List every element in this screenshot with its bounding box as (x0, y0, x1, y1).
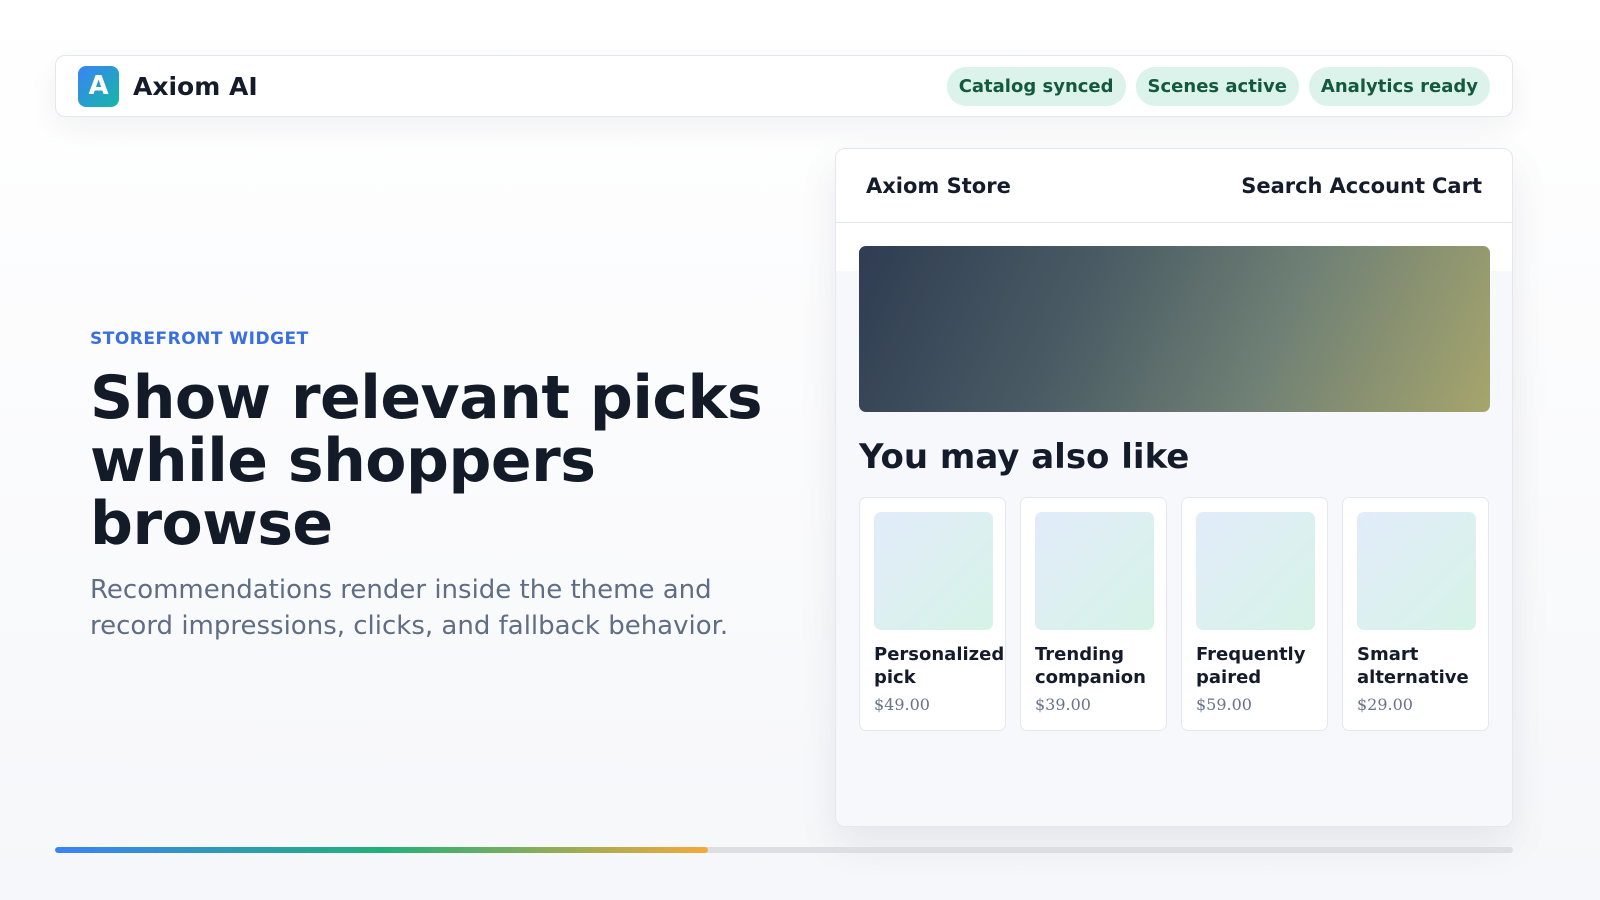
page-title: Show relevant picks while shoppers brows… (90, 363, 763, 559)
brand[interactable]: A Axiom AI (78, 65, 258, 107)
product-title: Trending companion (1035, 644, 1146, 688)
hero-description: Recommendations render inside the theme … (90, 575, 729, 641)
eyebrow-label: STOREFRONT WIDGET (90, 329, 309, 349)
status-badge-scenes: Scenes active (1135, 66, 1299, 106)
store-name[interactable]: Axiom Store (866, 174, 1011, 198)
status-badge-catalog: Catalog synced (946, 66, 1126, 106)
storefront-preview: Axiom Store Search Account Cart You may … (835, 148, 1513, 827)
brand-name: Axiom AI (133, 71, 258, 101)
product-image (1196, 512, 1315, 630)
product-price: $29.00 (1357, 695, 1413, 714)
recommendations-title: You may also like (859, 437, 1190, 477)
product-title: Frequently paired (1196, 644, 1306, 688)
product-image (1357, 512, 1476, 630)
status-pills: Catalog synced Scenes active Analytics r… (946, 66, 1490, 106)
product-card[interactable]: Frequently paired $59.00 (1181, 497, 1328, 731)
logo-icon: A (78, 65, 119, 107)
product-image (1035, 512, 1154, 630)
product-price: $39.00 (1035, 695, 1091, 714)
nav-search-link[interactable]: Search (1241, 174, 1322, 198)
progress-bar (55, 847, 1513, 853)
nav-account-link[interactable]: Account (1330, 174, 1426, 198)
product-title: Personalized pick (874, 644, 1005, 688)
store-header: Axiom Store Search Account Cart (836, 149, 1512, 223)
product-card[interactable]: Trending companion $39.00 (1020, 497, 1167, 731)
product-price: $59.00 (1196, 695, 1252, 714)
top-bar: A Axiom AI Catalog synced Scenes active … (55, 55, 1513, 117)
progress-fill (55, 847, 709, 853)
product-card[interactable]: Personalized pick $49.00 (859, 497, 1006, 731)
product-card[interactable]: Smart alternative $29.00 (1342, 497, 1489, 731)
product-title: Smart alternative (1357, 644, 1469, 688)
recommendation-cards: Personalized pick $49.00 Trending compan… (859, 497, 1489, 731)
nav-cart-link[interactable]: Cart (1432, 174, 1482, 198)
status-badge-analytics: Analytics ready (1308, 66, 1490, 106)
product-price: $49.00 (874, 695, 930, 714)
product-image (874, 512, 993, 630)
store-nav: Search Account Cart (1241, 174, 1482, 198)
hero-banner-image (859, 246, 1490, 412)
